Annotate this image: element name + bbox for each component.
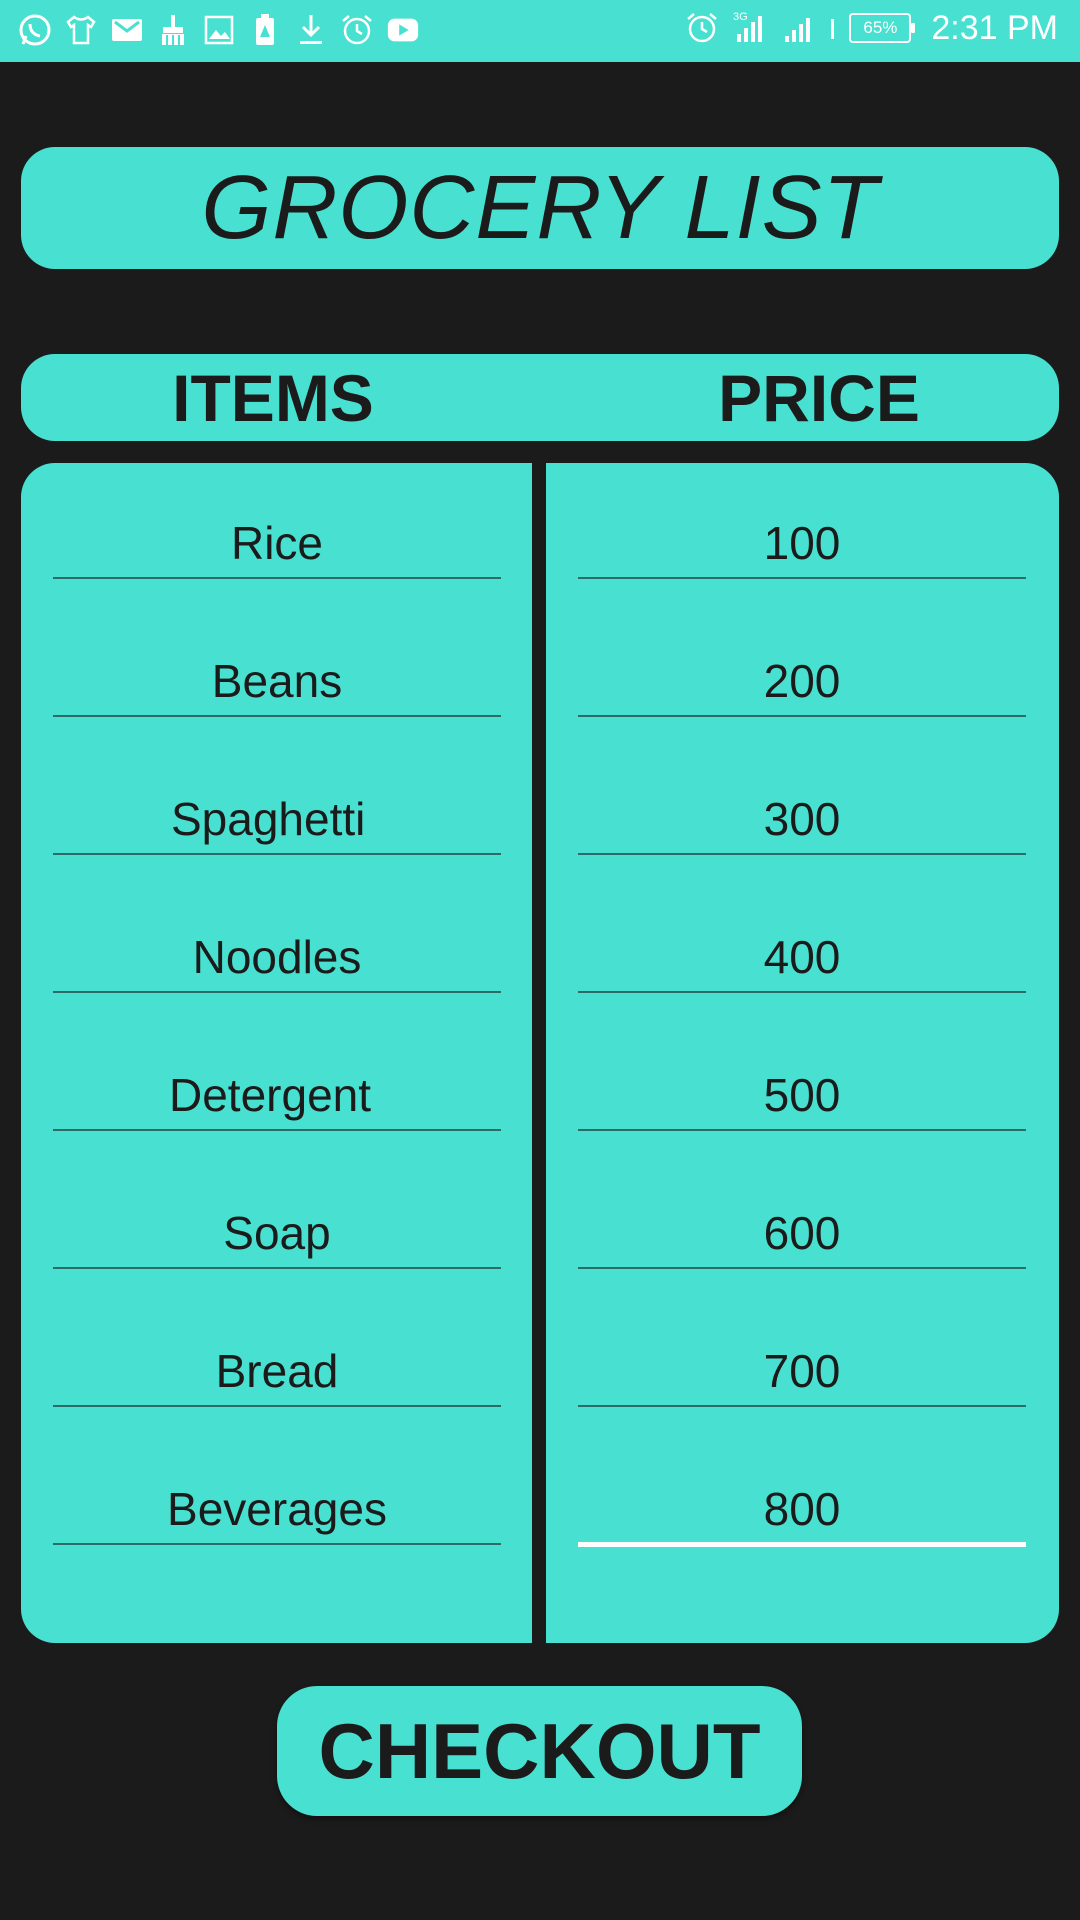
item-field-detergent[interactable]: Detergent xyxy=(53,1063,501,1127)
checkout-button[interactable]: CHECKOUT xyxy=(277,1686,802,1816)
field-underline xyxy=(578,991,1026,993)
system-icons: 3G 65% 2:31 PM xyxy=(685,8,1058,48)
item-field-spaghetti[interactable]: Spaghetti xyxy=(53,787,501,851)
field-underline-active xyxy=(578,1542,1026,1547)
alarm-icon xyxy=(340,10,374,50)
shirt-icon xyxy=(64,10,98,50)
item-field-beans[interactable]: Beans xyxy=(53,649,501,713)
price-field-rice[interactable]: 100 xyxy=(578,511,1026,575)
vibrate-icon xyxy=(829,11,837,45)
broom-icon xyxy=(156,10,190,50)
page-title: GROCERY LIST xyxy=(201,157,879,258)
status-bar: 3G 65% 2:31 PM xyxy=(0,0,1080,62)
field-underline xyxy=(53,715,501,717)
price-field-detergent[interactable]: 500 xyxy=(578,1063,1026,1127)
field-underline xyxy=(53,577,501,579)
gmail-icon xyxy=(110,10,144,50)
price-header: PRICE xyxy=(718,360,920,435)
status-clock: 2:31 PM xyxy=(931,8,1058,47)
download-icon xyxy=(294,10,328,50)
price-field-soap[interactable]: 600 xyxy=(578,1201,1026,1265)
field-underline xyxy=(578,1129,1026,1131)
field-underline xyxy=(53,1129,501,1131)
field-underline xyxy=(578,577,1026,579)
price-field-beans[interactable]: 200 xyxy=(578,649,1026,713)
items-column: Rice Beans Spaghetti Noodles Detergent S… xyxy=(21,463,532,1643)
alarm-icon xyxy=(685,11,719,45)
item-field-rice[interactable]: Rice xyxy=(53,511,501,575)
battery-icon: 65% xyxy=(849,13,916,43)
column-header: ITEMS PRICE xyxy=(21,354,1059,441)
whatsapp-icon xyxy=(18,10,52,50)
price-field-spaghetti[interactable]: 300 xyxy=(578,787,1026,851)
item-field-beverages[interactable]: Beverages xyxy=(53,1477,501,1541)
field-underline xyxy=(53,1543,501,1545)
item-field-soap[interactable]: Soap xyxy=(53,1201,501,1265)
network-label: 3G xyxy=(733,11,748,23)
field-underline xyxy=(53,991,501,993)
battery-saver-icon xyxy=(248,10,282,50)
items-header: ITEMS xyxy=(172,360,374,435)
field-underline xyxy=(53,1405,501,1407)
field-underline xyxy=(53,853,501,855)
price-field-noodles[interactable]: 400 xyxy=(578,925,1026,989)
field-underline xyxy=(578,1405,1026,1407)
price-field-beverages[interactable]: 800 xyxy=(578,1477,1026,1541)
price-field-bread[interactable]: 700 xyxy=(578,1339,1026,1403)
field-underline xyxy=(578,715,1026,717)
field-underline xyxy=(53,1267,501,1269)
item-field-noodles[interactable]: Noodles xyxy=(53,925,501,989)
field-underline xyxy=(578,1267,1026,1269)
signal-icon: 3G xyxy=(731,8,771,48)
battery-percent: 65% xyxy=(863,18,898,37)
title-banner: GROCERY LIST xyxy=(21,147,1059,269)
field-underline xyxy=(578,853,1026,855)
price-column: 100 200 300 400 500 600 700 800 xyxy=(546,463,1059,1643)
item-field-bread[interactable]: Bread xyxy=(53,1339,501,1403)
signal-icon xyxy=(783,8,817,48)
image-icon xyxy=(202,10,236,50)
youtube-icon xyxy=(386,10,420,50)
notification-icons xyxy=(18,10,420,50)
